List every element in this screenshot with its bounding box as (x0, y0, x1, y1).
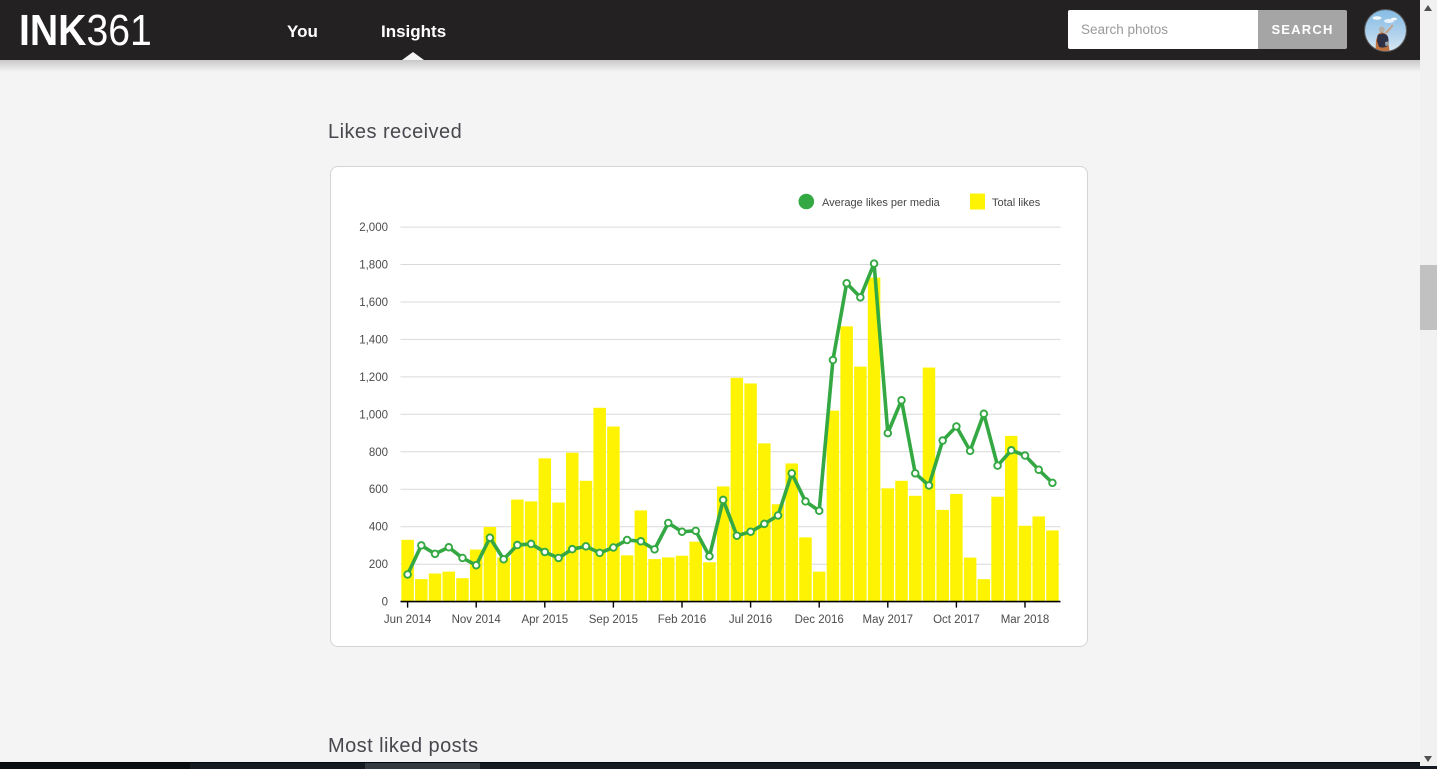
svg-text:1,800: 1,800 (359, 260, 388, 272)
svg-text:600: 600 (369, 484, 388, 496)
svg-text:Jul 2016: Jul 2016 (729, 614, 772, 626)
svg-text:Mar 2018: Mar 2018 (1001, 614, 1050, 626)
svg-text:Average likes per media: Average likes per media (822, 197, 941, 209)
svg-text:2,000: 2,000 (359, 222, 388, 234)
svg-text:Nov 2014: Nov 2014 (452, 614, 502, 626)
svg-text:Dec 2016: Dec 2016 (795, 614, 844, 626)
svg-text:1,000: 1,000 (359, 409, 388, 421)
svg-text:0: 0 (382, 597, 388, 609)
svg-text:1,400: 1,400 (359, 334, 388, 346)
svg-text:Oct 2017: Oct 2017 (933, 614, 980, 626)
svg-text:May 2017: May 2017 (863, 614, 914, 626)
svg-text:Total likes: Total likes (992, 197, 1041, 209)
svg-text:1,200: 1,200 (359, 372, 388, 384)
svg-text:Feb 2016: Feb 2016 (658, 614, 707, 626)
svg-text:1,600: 1,600 (359, 297, 388, 309)
svg-text:Apr 2015: Apr 2015 (521, 614, 568, 626)
svg-text:Sep 2015: Sep 2015 (589, 614, 638, 626)
svg-text:Jun 2014: Jun 2014 (384, 614, 432, 626)
svg-text:200: 200 (369, 559, 388, 571)
svg-text:800: 800 (369, 447, 388, 459)
svg-text:400: 400 (369, 522, 388, 534)
